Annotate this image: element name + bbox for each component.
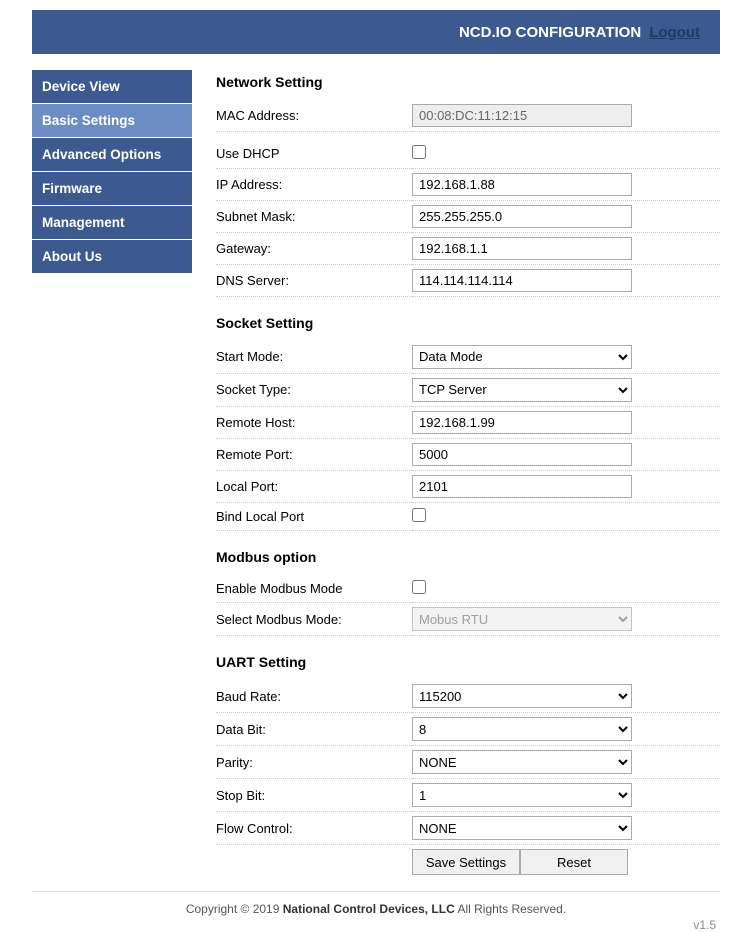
footer: Copyright © 2019 National Control Device… xyxy=(32,902,720,932)
bind-label: Bind Local Port xyxy=(216,502,412,530)
sidebar-item-advanced-options[interactable]: Advanced Options xyxy=(32,138,192,172)
modbus-enable-label: Enable Modbus Mode xyxy=(216,575,412,603)
dhcp-label: Use DHCP xyxy=(216,140,412,168)
gateway-label: Gateway: xyxy=(216,232,412,264)
version-label: v1.5 xyxy=(693,918,716,932)
subnet-label: Subnet Mask: xyxy=(216,200,412,232)
socket-type-select[interactable]: TCP Server xyxy=(412,378,632,402)
sidebar-item-about-us[interactable]: About Us xyxy=(32,240,192,274)
socket-type-label: Socket Type: xyxy=(216,373,412,406)
start-mode-label: Start Mode: xyxy=(216,341,412,374)
header-bar: NCD.IO CONFIGURATION Logout xyxy=(32,10,720,54)
databit-select[interactable]: 8 xyxy=(412,717,632,741)
footer-company: National Control Devices, LLC xyxy=(283,902,455,916)
dhcp-checkbox[interactable] xyxy=(412,145,426,159)
flow-label: Flow Control: xyxy=(216,812,412,845)
remote-port-label: Remote Port: xyxy=(216,438,412,470)
logout-link[interactable]: Logout xyxy=(649,24,700,41)
local-port-input[interactable] xyxy=(412,475,632,498)
remote-host-input[interactable] xyxy=(412,411,632,434)
modbus-title: Modbus option xyxy=(216,549,720,565)
network-setting-title: Network Setting xyxy=(216,74,720,90)
sidebar: Device View Basic Settings Advanced Opti… xyxy=(32,70,192,879)
modbus-select: Mobus RTU xyxy=(412,607,632,631)
baud-select[interactable]: 115200 xyxy=(412,684,632,708)
remote-port-input[interactable] xyxy=(412,443,632,466)
sidebar-item-management[interactable]: Management xyxy=(32,206,192,240)
reset-button[interactable]: Reset xyxy=(520,849,628,875)
mac-label: MAC Address: xyxy=(216,100,412,132)
uart-title: UART Setting xyxy=(216,654,720,670)
stopbit-label: Stop Bit: xyxy=(216,779,412,812)
ip-label: IP Address: xyxy=(216,168,412,200)
bind-checkbox[interactable] xyxy=(412,508,426,522)
mac-value: 00:08:DC:11:12:15 xyxy=(412,104,632,127)
subnet-input[interactable] xyxy=(412,205,632,228)
footer-copyright-post: All Rights Reserved. xyxy=(455,902,566,916)
flow-select[interactable]: NONE xyxy=(412,816,632,840)
header-title: NCD.IO CONFIGURATION xyxy=(459,24,641,41)
baud-label: Baud Rate: xyxy=(216,680,412,713)
ip-input[interactable] xyxy=(412,173,632,196)
dns-label: DNS Server: xyxy=(216,264,412,296)
gateway-input[interactable] xyxy=(412,237,632,260)
start-mode-select[interactable]: Data Mode xyxy=(412,345,632,369)
local-port-label: Local Port: xyxy=(216,470,412,502)
sidebar-item-basic-settings[interactable]: Basic Settings xyxy=(32,104,192,138)
dns-input[interactable] xyxy=(412,269,632,292)
parity-label: Parity: xyxy=(216,746,412,779)
sidebar-item-device-view[interactable]: Device View xyxy=(32,70,192,104)
modbus-select-label: Select Modbus Mode: xyxy=(216,603,412,636)
save-button[interactable]: Save Settings xyxy=(412,849,520,875)
stopbit-select[interactable]: 1 xyxy=(412,783,632,807)
remote-host-label: Remote Host: xyxy=(216,406,412,438)
parity-select[interactable]: NONE xyxy=(412,750,632,774)
socket-setting-title: Socket Setting xyxy=(216,315,720,331)
modbus-enable-checkbox[interactable] xyxy=(412,580,426,594)
databit-label: Data Bit: xyxy=(216,713,412,746)
footer-copyright-pre: Copyright © 2019 xyxy=(186,902,283,916)
content-area: Network Setting MAC Address: 00:08:DC:11… xyxy=(192,70,720,879)
sidebar-item-firmware[interactable]: Firmware xyxy=(32,172,192,206)
